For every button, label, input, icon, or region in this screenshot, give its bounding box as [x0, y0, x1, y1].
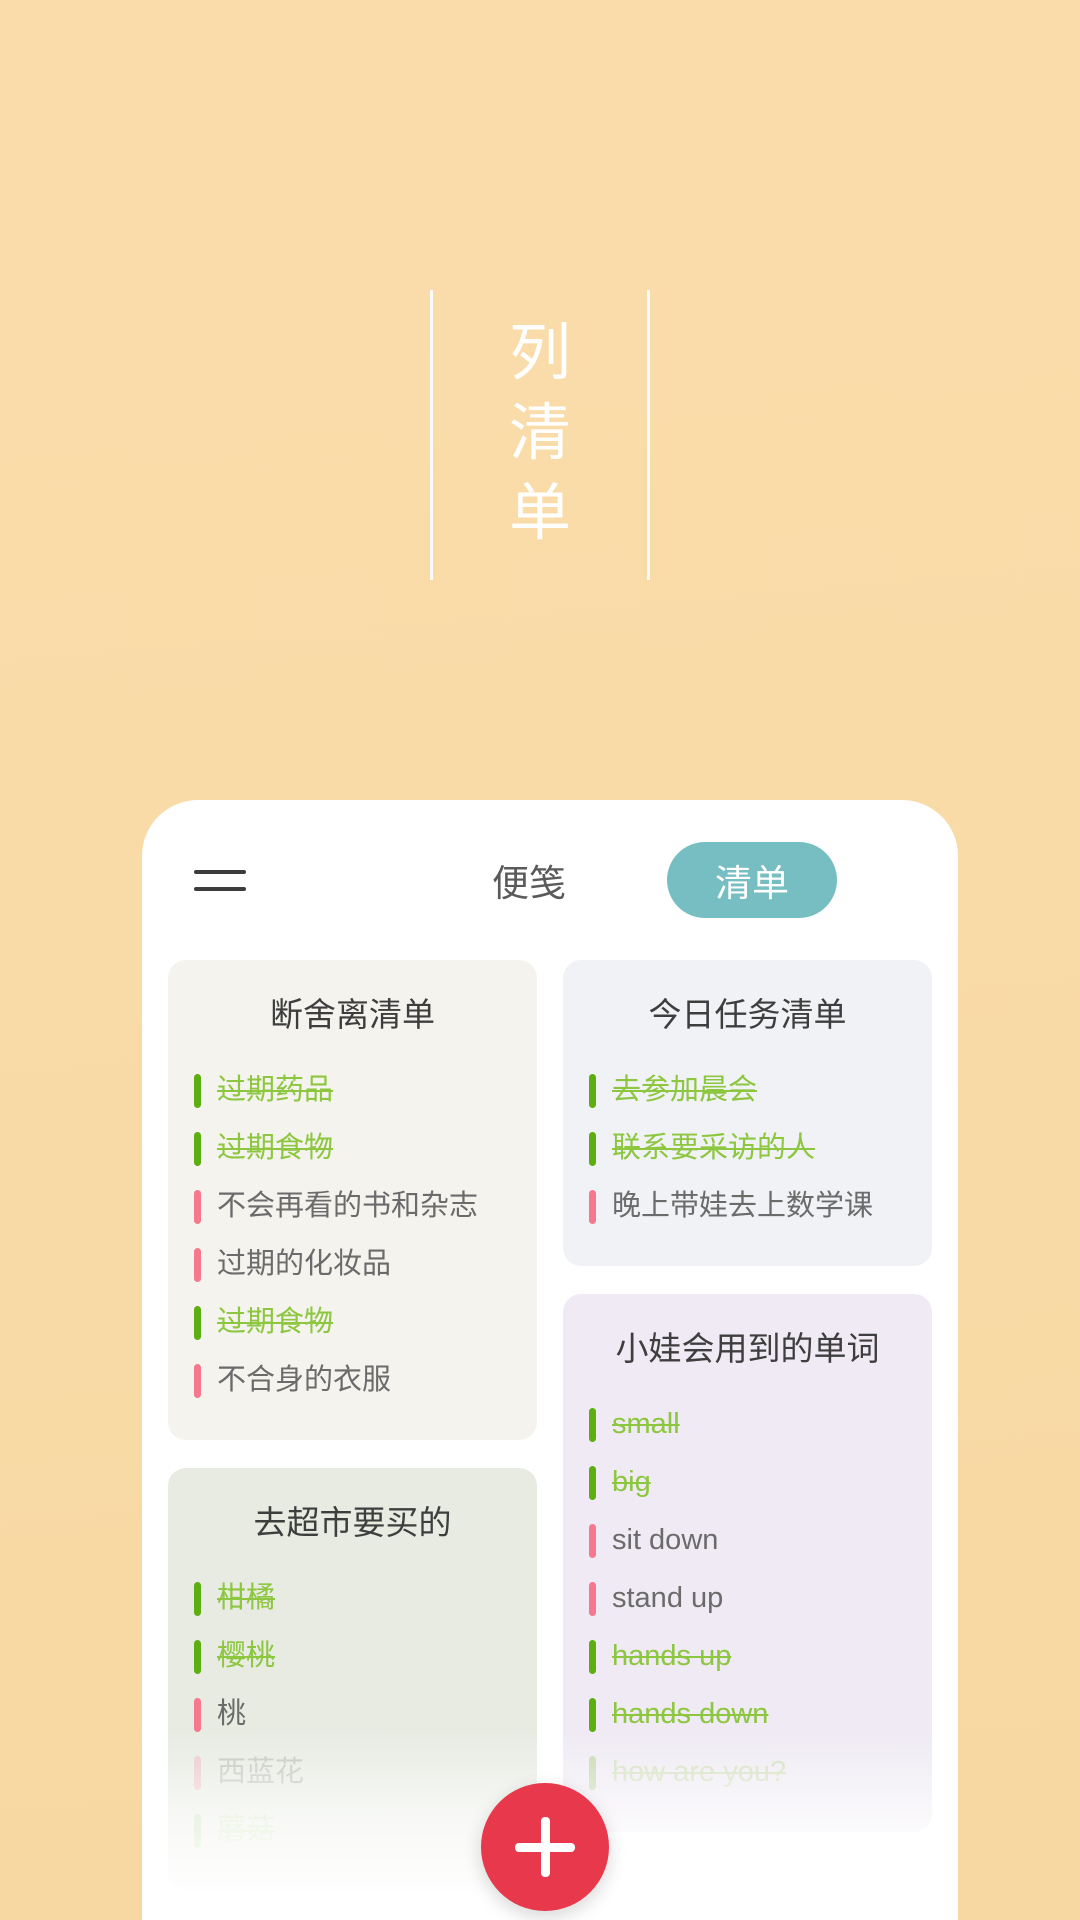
list-item-label: 蘑菇 [217, 1814, 276, 1847]
list-card[interactable]: 断舍离清单 过期药品 过期食物 不会再看的书和杂志 过期的化妆品 过期食物 不合身的衣服 [168, 960, 537, 1440]
list-item[interactable]: 蘑菇 [194, 1802, 511, 1860]
page-title-char-1: 列 [508, 319, 572, 388]
item-status-bar-todo[interactable] [589, 1582, 596, 1616]
list-item-label: 过期药品 [217, 1074, 334, 1107]
list-item[interactable]: 过期药品 [194, 1062, 511, 1120]
item-status-bar-done[interactable] [194, 1306, 201, 1340]
hamburger-line-1 [194, 869, 246, 874]
tab-notes[interactable]: 便笺 [480, 844, 578, 916]
top-bar: 便笺 清单 [142, 800, 958, 960]
item-status-bar-todo[interactable] [194, 1364, 201, 1398]
list-item[interactable]: 樱桃 [194, 1628, 511, 1686]
item-status-bar-done[interactable] [194, 1582, 201, 1616]
hamburger-menu-icon[interactable] [186, 848, 258, 912]
hero-left-rule [429, 290, 433, 580]
board-column-right: 今日任务清单去参加晨会联系要采访的人晚上带娃去上数学课小娃会用到的单词 small… [563, 960, 932, 1920]
list-item[interactable]: 联系要采访的人 [589, 1120, 906, 1178]
list-item[interactable]: how are you? [589, 1744, 906, 1802]
item-status-bar-done[interactable] [589, 1074, 596, 1108]
list-item-label: 不合身的衣服 [217, 1364, 392, 1397]
list-item-label: 不会再看的书和杂志 [217, 1190, 479, 1223]
list-card-title: 断舍离清单 [270, 996, 435, 1033]
item-status-bar-todo[interactable] [194, 1756, 201, 1790]
item-status-bar-done[interactable] [589, 1132, 596, 1166]
list-item-label: 去参加晨会 [612, 1074, 758, 1107]
list-item[interactable]: 不合身的衣服 [194, 1352, 511, 1410]
list-item[interactable]: big [589, 1454, 906, 1512]
item-status-bar-done[interactable] [589, 1698, 596, 1732]
plus-icon-vertical [540, 1817, 550, 1877]
list-item[interactable]: hands up [589, 1628, 906, 1686]
list-card[interactable]: 去超市要买的柑橘樱桃桃西蓝花蘑菇 [168, 1468, 537, 1890]
page-title: 列 清 单 [509, 290, 571, 580]
hamburger-line-2 [194, 886, 246, 891]
item-status-bar-done[interactable] [194, 1132, 201, 1166]
list-item-label: 晚上带娃去上数学课 [612, 1190, 874, 1223]
list-item[interactable]: 去参加晨会 [589, 1062, 906, 1120]
list-item[interactable]: 不会再看的书和杂志 [194, 1178, 511, 1236]
list-item[interactable]: 晚上带娃去上数学课 [589, 1178, 906, 1236]
list-item[interactable]: 柑橘 [194, 1570, 511, 1628]
item-status-bar-todo[interactable] [589, 1524, 596, 1558]
add-item-button[interactable] [481, 1783, 609, 1911]
item-status-bar-done[interactable] [589, 1756, 596, 1790]
list-item-label: 桃 [217, 1698, 247, 1731]
hero-banner: 列 清 单 [0, 0, 1080, 800]
list-item[interactable]: 西蓝花 [194, 1744, 511, 1802]
item-status-bar-done[interactable] [589, 1408, 596, 1442]
list-item-label: big [612, 1466, 651, 1499]
item-status-bar-done[interactable] [589, 1466, 596, 1500]
list-card-title: 去超市要买的 [253, 1504, 452, 1541]
list-card-title: 今日任务清单 [648, 996, 847, 1033]
content-sheet: 便笺 清单 断舍离清单 过期药品 过期食物 不会再看的书和杂志 过期的化妆品 过期食物 不合… [142, 800, 958, 1920]
list-item-label: 西蓝花 [217, 1756, 305, 1789]
list-item-label: 过期食物 [217, 1306, 334, 1339]
item-status-bar-done[interactable] [194, 1814, 201, 1848]
list-card[interactable]: 小娃会用到的单词 small big sit down stand up hands up… [563, 1294, 932, 1832]
list-item[interactable]: hands down [589, 1686, 906, 1744]
item-status-bar-done[interactable] [194, 1074, 201, 1108]
list-card-title: 小娃会用到的单词 [615, 1330, 880, 1367]
hero-right-rule [647, 290, 651, 580]
tab-lists[interactable]: 清单 [667, 842, 837, 918]
list-item-label: 联系要采访的人 [612, 1132, 816, 1165]
page-title-char-3: 单 [508, 479, 572, 548]
list-card[interactable]: 今日任务清单去参加晨会联系要采访的人晚上带娃去上数学课 [563, 960, 932, 1266]
list-item-label: 过期食物 [217, 1132, 334, 1165]
list-item[interactable]: small [589, 1396, 906, 1454]
list-item[interactable]: 过期食物 [194, 1120, 511, 1178]
list-item-label: 过期的化妆品 [217, 1248, 392, 1281]
list-item-label: stand up [612, 1582, 724, 1615]
list-item-label: hands down [612, 1698, 769, 1731]
list-item[interactable]: 桃 [194, 1686, 511, 1744]
list-item-label: small [612, 1408, 680, 1441]
item-status-bar-done[interactable] [589, 1640, 596, 1674]
page-title-char-2: 清 [508, 399, 572, 468]
list-item-label: how are you? [612, 1756, 787, 1789]
lists-board: 断舍离清单 过期药品 过期食物 不会再看的书和杂志 过期的化妆品 过期食物 不合身的衣服 去超… [142, 960, 958, 1920]
list-item[interactable]: 过期的化妆品 [194, 1236, 511, 1294]
item-status-bar-todo[interactable] [589, 1190, 596, 1224]
hero-title-group: 列 清 单 [429, 290, 651, 580]
item-status-bar-todo[interactable] [194, 1698, 201, 1732]
list-item-label: sit down [612, 1524, 719, 1557]
list-item-label: hands up [612, 1640, 732, 1673]
item-status-bar-todo[interactable] [194, 1190, 201, 1224]
list-item-label: 樱桃 [217, 1640, 276, 1673]
board-column-left: 断舍离清单 过期药品 过期食物 不会再看的书和杂志 过期的化妆品 过期食物 不合身的衣服 去超… [168, 960, 537, 1920]
list-item[interactable]: sit down [589, 1512, 906, 1570]
item-status-bar-todo[interactable] [194, 1248, 201, 1282]
item-status-bar-done[interactable] [194, 1640, 201, 1674]
list-item[interactable]: stand up [589, 1570, 906, 1628]
list-item[interactable]: 过期食物 [194, 1294, 511, 1352]
list-item-label: 柑橘 [217, 1582, 276, 1615]
